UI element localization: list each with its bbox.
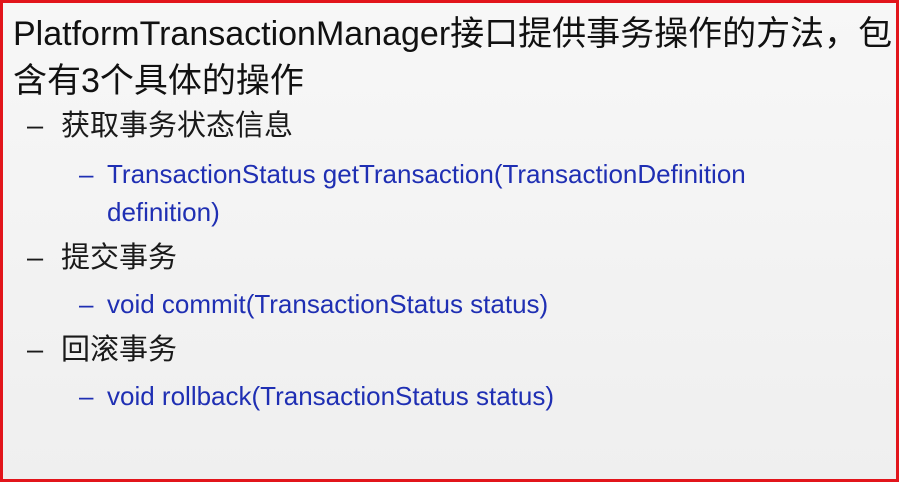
sub-bullet-dash: – [79,381,94,411]
sub-bullet-commit: – void commit(TransactionStatus status) [79,285,859,323]
bullet-rollback: – 回滚事务 [27,331,427,369]
bullet-get-status: – 获取事务状态信息 [27,107,427,145]
slide: PlatformTransactionManager接口提供事务操作的方法，包含… [0,0,899,482]
bullet-dash: – [27,334,44,366]
sub-bullet-code: TransactionStatus getTransaction(Transac… [107,159,746,227]
bullet-commit: – 提交事务 [27,239,427,277]
bullet-label: 获取事务状态信息 [61,110,294,142]
bullet-dash: – [27,242,44,274]
sub-bullet-code: void commit(TransactionStatus status) [107,289,549,319]
sub-bullet-rollback: – void rollback(TransactionStatus status… [79,377,859,415]
bullet-label: 回滚事务 [61,334,178,366]
sub-bullet-get-transaction: – TransactionStatus getTransaction(Trans… [79,155,859,231]
bullet-label: 提交事务 [61,242,178,274]
bullet-dash: – [27,110,44,142]
slide-title: PlatformTransactionManager接口提供事务操作的方法，包含… [13,15,893,100]
sub-bullet-dash: – [79,289,94,319]
sub-bullet-dash: – [79,159,94,189]
sub-bullet-code: void rollback(TransactionStatus status) [107,381,555,411]
